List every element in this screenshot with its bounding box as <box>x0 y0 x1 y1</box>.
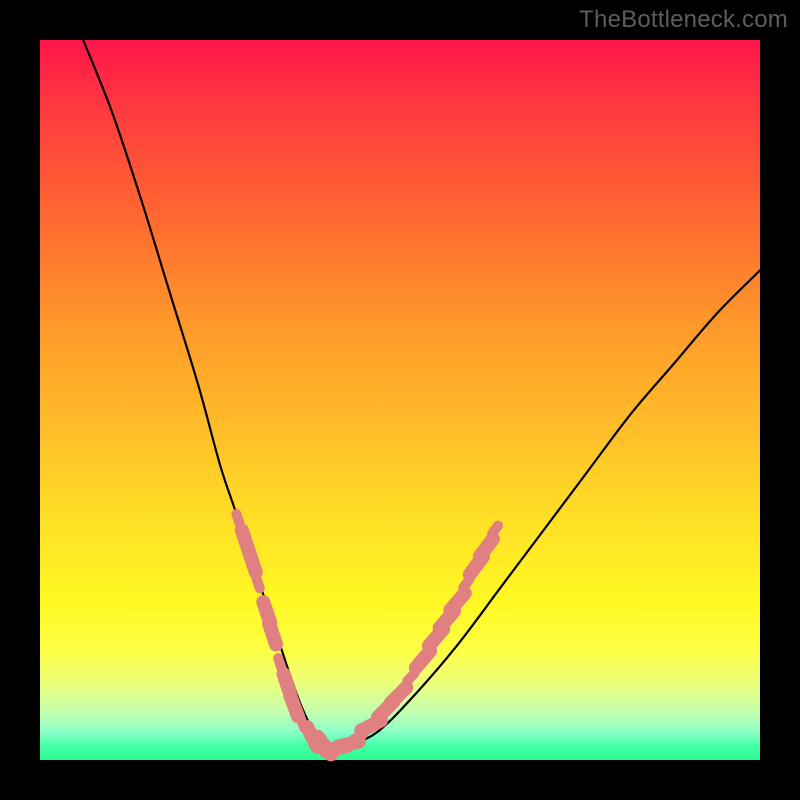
curve-marker <box>416 651 430 668</box>
curve-marker <box>290 696 298 717</box>
curve-marker <box>450 593 464 610</box>
bottleneck-curve <box>83 40 760 749</box>
curve-marker <box>269 624 276 645</box>
curve-marker <box>257 579 260 588</box>
curve-marker <box>492 526 498 534</box>
chart-svg <box>40 40 760 760</box>
curve-markers <box>236 514 498 754</box>
chart-frame: TheBottleneck.com <box>0 0 800 800</box>
curve-marker <box>249 552 256 573</box>
plot-area <box>40 40 760 760</box>
curve-marker <box>391 687 407 703</box>
watermark-text: TheBottleneck.com <box>579 6 788 34</box>
curve-marker <box>278 658 281 667</box>
curve-marker <box>480 539 493 557</box>
curve-marker <box>407 674 414 681</box>
curve-marker <box>236 514 239 523</box>
